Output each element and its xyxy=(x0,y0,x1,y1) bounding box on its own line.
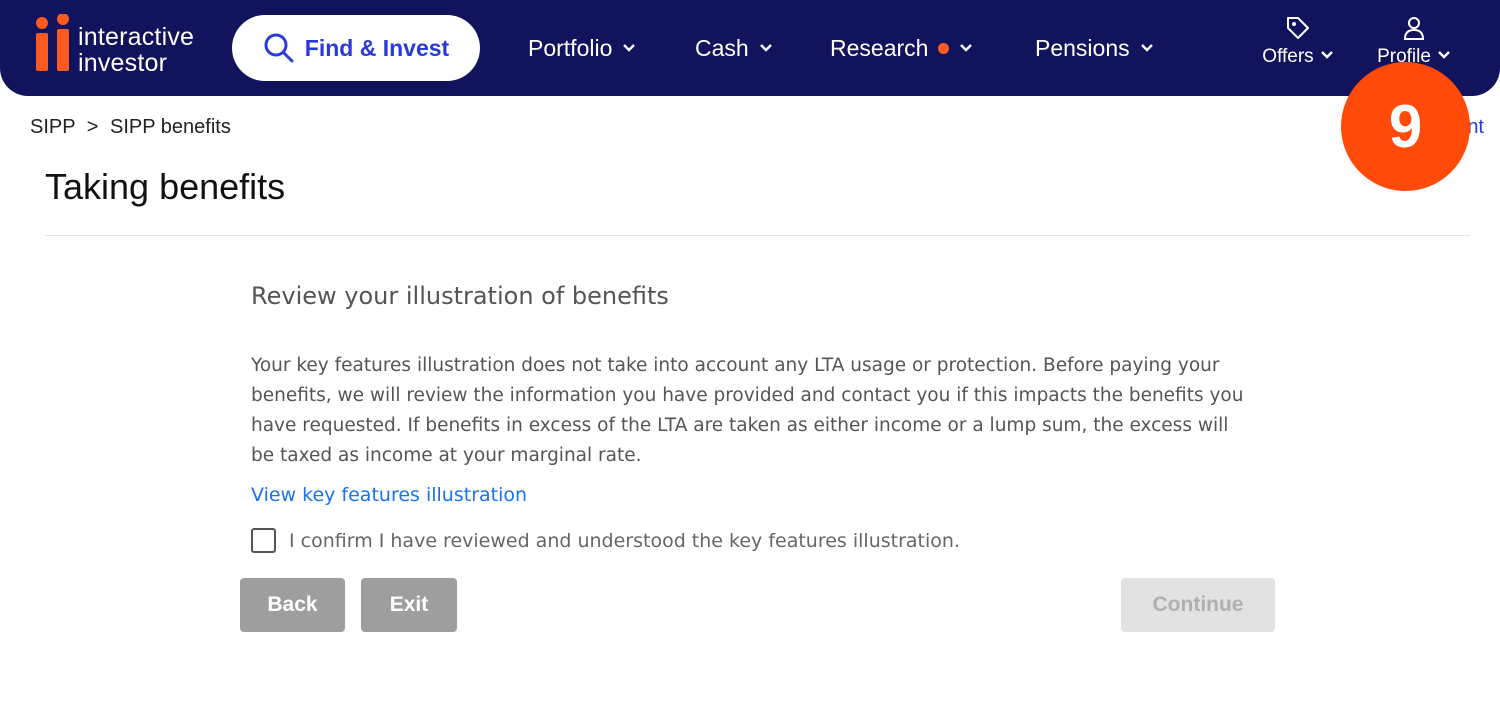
top-navigation-bar: interactive investor Find & Invest Portf… xyxy=(0,0,1500,96)
nav-portfolio-label: Portfolio xyxy=(528,34,613,61)
chevron-down-icon xyxy=(759,44,772,52)
confirm-row: I confirm I have reviewed and understood… xyxy=(251,528,960,553)
logo-text: interactive investor xyxy=(78,23,195,77)
exit-button[interactable]: Exit xyxy=(361,578,457,632)
logo[interactable]: interactive investor xyxy=(34,14,214,76)
user-icon xyxy=(1403,17,1425,40)
tag-icon xyxy=(1287,17,1309,39)
offers-menu[interactable]: Offers xyxy=(1248,14,1348,82)
view-key-features-link[interactable]: View key features illustration xyxy=(251,484,527,506)
offers-label: Offers xyxy=(1262,46,1314,67)
find-invest-label: Find & Invest xyxy=(304,34,450,61)
nav-portfolio[interactable]: Portfolio xyxy=(528,30,636,66)
logo-mark-icon xyxy=(36,14,69,71)
notification-dot xyxy=(938,42,950,54)
nav-pensions[interactable]: Pensions xyxy=(1035,30,1154,66)
chevron-down-icon xyxy=(1320,51,1333,59)
nav-research-label: Research xyxy=(830,34,929,61)
chevron-down-icon xyxy=(1140,44,1153,52)
breadcrumb: SIPP > SIPP benefits xyxy=(30,116,231,139)
chevron-down-icon xyxy=(1438,51,1450,59)
back-button[interactable]: Back xyxy=(240,578,345,632)
divider xyxy=(45,235,1470,236)
breadcrumb-separator: > xyxy=(86,116,99,138)
step-number-badge: 9 xyxy=(1341,62,1470,191)
continue-button[interactable]: Continue xyxy=(1121,578,1275,632)
confirm-checkbox[interactable] xyxy=(251,528,276,553)
search-icon xyxy=(264,33,294,63)
nav-research[interactable]: Research xyxy=(830,30,973,66)
find-invest-button[interactable]: Find & Invest xyxy=(232,15,480,81)
confirm-label: I confirm I have reviewed and understood… xyxy=(289,529,960,552)
page-title: Taking benefits xyxy=(45,166,286,207)
lta-notice-text: Your key features illustration does not … xyxy=(251,355,1244,466)
nav-cash[interactable]: Cash xyxy=(695,30,773,66)
nav-pensions-label: Pensions xyxy=(1035,34,1130,61)
chevron-down-icon xyxy=(623,44,636,52)
nav-cash-label: Cash xyxy=(695,34,749,61)
breadcrumb-item-sipp[interactable]: SIPP xyxy=(30,116,75,138)
section-title: Review your illustration of benefits xyxy=(251,282,669,310)
chevron-down-icon xyxy=(960,44,973,52)
breadcrumb-item-sipp-benefits[interactable]: SIPP benefits xyxy=(110,116,231,138)
